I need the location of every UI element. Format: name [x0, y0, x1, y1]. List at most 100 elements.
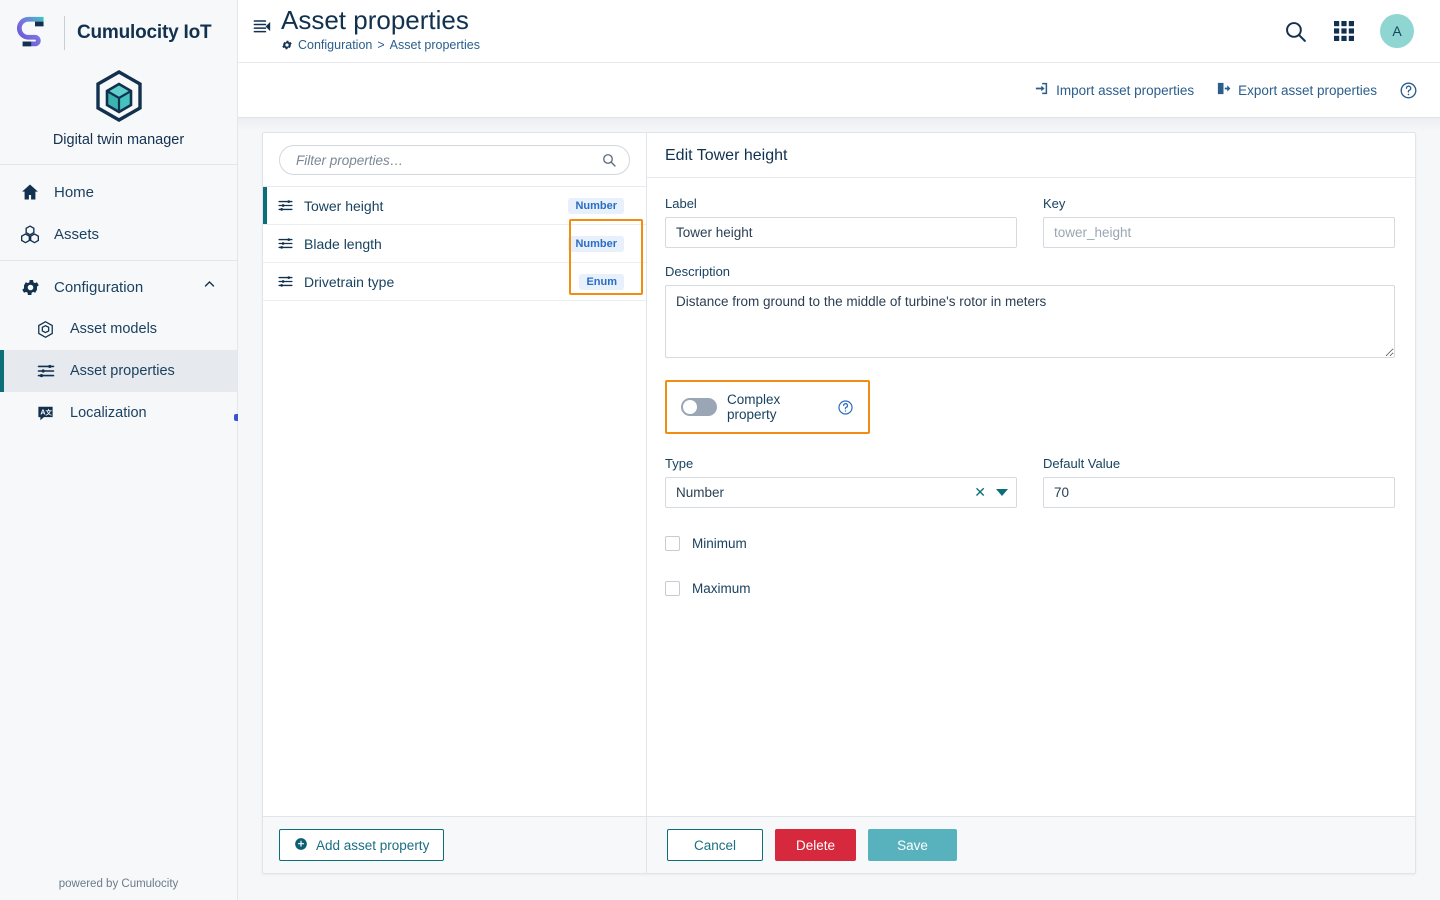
toggle-knob — [683, 400, 697, 414]
translate-icon: A 文 — [36, 404, 62, 423]
complex-property-toggle[interactable] — [681, 398, 717, 416]
title-wrap: Asset properties Configuration > Asset p… — [281, 0, 480, 52]
cumulocity-s-logo-icon — [16, 14, 54, 52]
cube-outline-icon — [36, 320, 62, 339]
svg-text:文: 文 — [46, 407, 53, 416]
cancel-button[interactable]: Cancel — [667, 829, 764, 861]
export-icon — [1216, 81, 1231, 99]
clear-x-icon[interactable]: ✕ — [974, 484, 986, 501]
breadcrumb: Configuration > Asset properties — [281, 38, 480, 52]
key-field-caption: Key — [1043, 196, 1066, 211]
assets-cubes-icon — [20, 224, 46, 244]
page-title: Asset properties — [281, 5, 469, 35]
page-header: Asset properties Configuration > Asset p… — [238, 0, 1440, 63]
list-collapse-icon[interactable] — [252, 17, 271, 41]
sidebar-item-asset-models-label: Asset models — [70, 321, 158, 337]
properties-list: Tower height Number Blade length Number … — [263, 186, 646, 301]
list-item[interactable]: Drivetrain type Enum — [263, 263, 646, 301]
description-textarea[interactable] — [665, 285, 1395, 358]
main-navigation: Home Assets Configuration Asset models A… — [0, 165, 237, 434]
brand-divider — [64, 16, 65, 50]
sidebar-item-localization-label: Localization — [70, 405, 147, 421]
nav-divider — [0, 260, 237, 261]
complex-property-label: Complex property — [727, 392, 781, 422]
help-circle-icon[interactable] — [1399, 81, 1418, 100]
cube-hexagon-icon — [91, 68, 147, 124]
import-asset-properties-label: Import asset properties — [1056, 82, 1195, 98]
sidebar-item-home-label: Home — [54, 183, 95, 201]
delete-button[interactable]: Delete — [775, 829, 857, 861]
type-default-row: Type Number ✕ Default Value — [665, 456, 1395, 508]
breadcrumb-root[interactable]: Configuration — [298, 38, 372, 52]
search-icon[interactable] — [601, 152, 617, 168]
help-circle-icon[interactable] — [837, 399, 854, 416]
sliders-icon — [36, 361, 62, 381]
app-block: Digital twin manager — [0, 62, 237, 165]
sidebar-group-configuration[interactable]: Configuration — [0, 266, 237, 308]
sidebar-item-assets-label: Assets — [54, 225, 100, 243]
key-input[interactable] — [1043, 217, 1395, 248]
sliders-icon — [277, 273, 294, 290]
import-asset-properties-button[interactable]: Import asset properties — [1034, 81, 1194, 99]
sidebar-item-asset-models[interactable]: Asset models — [0, 308, 237, 350]
list-item[interactable]: Blade length Number — [263, 225, 646, 263]
search-icon[interactable] — [1283, 19, 1308, 44]
description-field-group: Description — [665, 264, 1395, 358]
sidebar-item-assets[interactable]: Assets — [0, 213, 237, 255]
edit-footer: Cancel Delete Save — [647, 816, 1415, 873]
minimum-checkbox-row[interactable]: Minimum — [665, 536, 1395, 551]
sidebar-item-localization[interactable]: A 文 Localization — [0, 392, 237, 434]
export-asset-properties-label: Export asset properties — [1238, 82, 1377, 98]
edit-form: Label Key Description — [647, 178, 1415, 816]
minimum-label: Minimum — [692, 536, 747, 551]
type-select-value: Number — [676, 485, 725, 500]
maximum-checkbox[interactable] — [665, 581, 680, 596]
list-item-label: Blade length — [304, 235, 382, 252]
default-value-input[interactable] — [1043, 477, 1395, 508]
brand-name: Cumulocity IoT — [77, 22, 212, 43]
maximum-checkbox-row[interactable]: Maximum — [665, 581, 1395, 596]
filter-row — [263, 133, 646, 186]
app-grid-icon[interactable] — [1332, 19, 1356, 43]
label-field-group: Label — [665, 196, 1017, 248]
status-badge: Enum — [579, 273, 624, 290]
powered-by-label: powered by Cumulocity — [58, 878, 179, 890]
add-asset-property-button[interactable]: Add asset property — [279, 829, 445, 861]
sidebar-item-home[interactable]: Home — [0, 171, 237, 213]
minimum-checkbox[interactable] — [665, 536, 680, 551]
type-field-caption: Type — [665, 456, 694, 471]
export-asset-properties-button[interactable]: Export asset properties — [1216, 81, 1377, 99]
chevron-down-icon[interactable] — [996, 489, 1008, 496]
brand-header[interactable]: Cumulocity IoT — [0, 0, 237, 62]
key-field-group: Key — [1043, 196, 1395, 248]
list-item[interactable]: Tower height Number — [263, 187, 646, 225]
list-footer: Add asset property — [263, 816, 646, 873]
type-field-group: Type Number ✕ — [665, 456, 1017, 508]
panes-container: Tower height Number Blade length N — [262, 132, 1416, 874]
gear-icon — [20, 277, 46, 298]
main-area: Asset properties Configuration > Asset p… — [238, 0, 1440, 900]
sidebar-item-asset-properties[interactable]: Asset properties — [0, 350, 237, 392]
sidebar-item-asset-properties-label: Asset properties — [70, 363, 175, 379]
sidebar-group-configuration-label: Configuration — [54, 278, 144, 296]
sliders-icon — [277, 197, 294, 214]
filter-properties-input[interactable] — [294, 151, 601, 169]
breadcrumb-separator: > — [377, 37, 385, 52]
plus-circle-icon — [294, 837, 308, 854]
default-value-caption: Default Value — [1043, 456, 1121, 471]
edit-pane-title: Edit Tower height — [665, 147, 788, 164]
home-icon — [20, 182, 46, 202]
chevron-up-icon[interactable] — [202, 277, 217, 297]
save-button[interactable]: Save — [868, 829, 957, 861]
content-area: Tower height Number Blade length N — [238, 118, 1440, 900]
sliders-icon — [277, 235, 294, 252]
filter-box[interactable] — [279, 145, 630, 175]
type-select[interactable]: Number ✕ — [665, 477, 1017, 508]
edit-property-pane: Edit Tower height Label Key — [647, 133, 1415, 873]
label-field-caption: Label — [665, 196, 697, 211]
description-field-caption: Description — [665, 264, 731, 279]
breadcrumb-current[interactable]: Asset properties — [390, 38, 480, 52]
action-toolbar: Import asset properties Export asset pro… — [238, 63, 1440, 118]
label-input[interactable] — [665, 217, 1017, 248]
avatar[interactable]: A — [1380, 14, 1414, 48]
